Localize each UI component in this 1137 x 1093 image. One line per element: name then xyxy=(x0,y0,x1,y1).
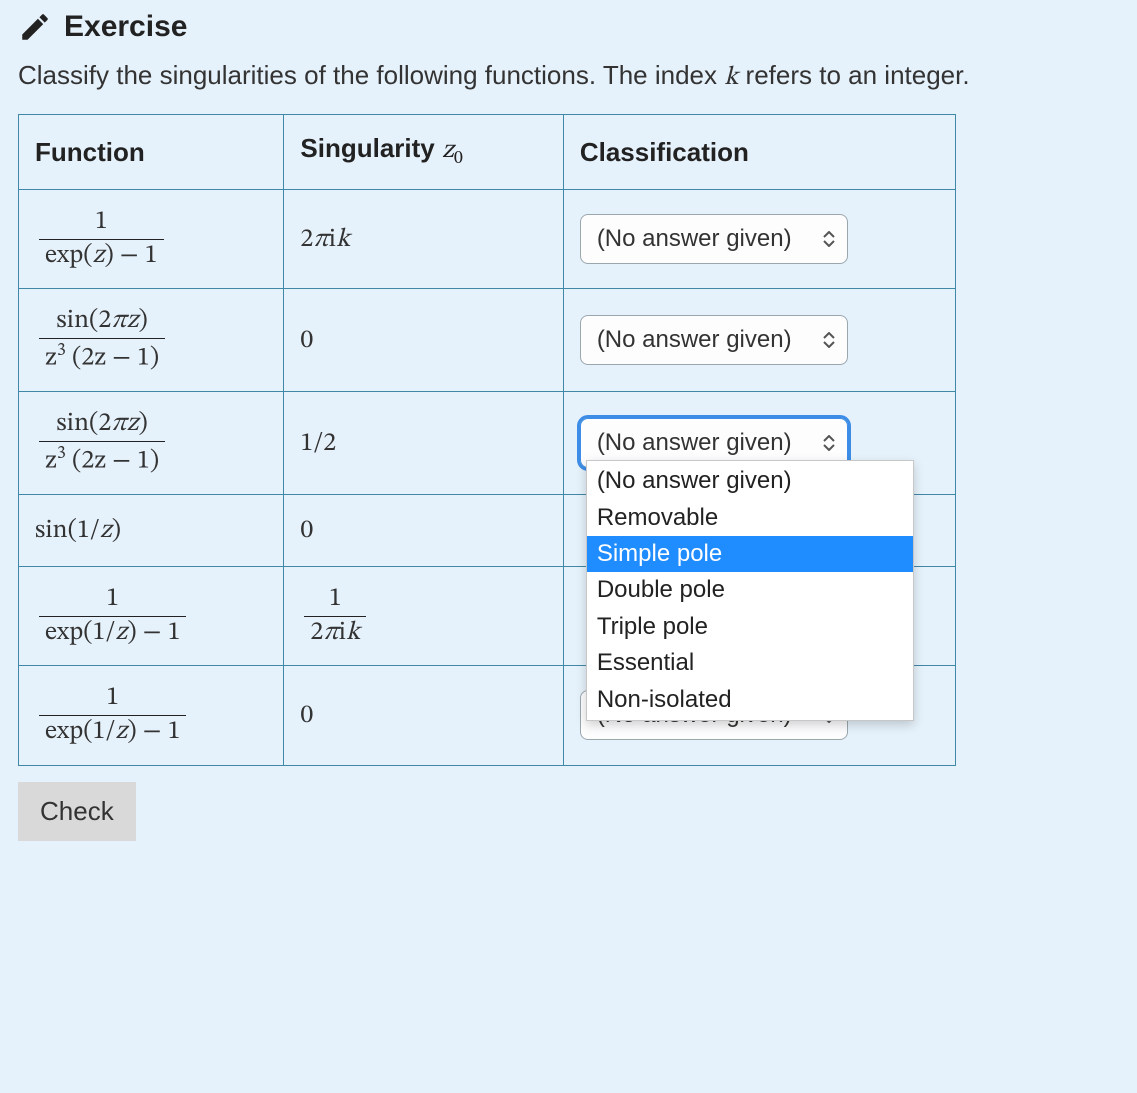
select-caret-icon xyxy=(823,435,835,451)
exercise-prompt: Classify the singularities of the follow… xyxy=(18,58,1119,96)
table-row: 1exp(z) − 1 2πik (No answer given) xyxy=(19,190,956,289)
dropdown-option[interactable]: Non-isolated xyxy=(587,682,913,718)
table-row: sin(2πz)z3 (2z − 1) 0 (No answer given) xyxy=(19,289,956,392)
singularity-cell: 0 xyxy=(284,495,563,567)
math-fraction: 1exp(z) − 1 xyxy=(39,208,164,270)
math-inline: sin(1/z) xyxy=(35,518,121,544)
check-button[interactable]: Check xyxy=(18,782,136,841)
exercise-header: Exercise xyxy=(18,10,1119,44)
function-cell: 1exp(z) − 1 xyxy=(19,190,284,289)
math-fraction: sin(2πz)z3 (2z − 1) xyxy=(39,410,165,476)
math-fraction: 1exp(1/z) − 1 xyxy=(39,585,186,647)
function-cell: 1exp(1/z) − 1 xyxy=(19,666,284,765)
dropdown-option[interactable]: Triple pole xyxy=(587,609,913,645)
header-classification: Classification xyxy=(563,115,955,190)
function-cell: sin(2πz)z3 (2z − 1) xyxy=(19,289,284,392)
math-fraction: sin(2πz)z3 (2z − 1) xyxy=(39,307,165,373)
function-cell: 1exp(1/z) − 1 xyxy=(19,567,284,666)
exercise-table: Function Singularity z0 Classification 1… xyxy=(18,114,956,765)
classification-cell: (No answer given) xyxy=(563,289,955,392)
math-fraction: 1exp(1/z) − 1 xyxy=(39,684,186,746)
select-value: (No answer given) xyxy=(597,326,792,354)
dropdown-option[interactable]: Removable xyxy=(587,500,913,536)
select-caret-icon xyxy=(823,231,835,247)
pencil-icon xyxy=(18,10,52,44)
exercise-title: Exercise xyxy=(64,10,187,44)
dropdown-option[interactable]: Simple pole xyxy=(587,536,913,572)
dropdown-option[interactable]: (No answer given) xyxy=(587,463,913,499)
prompt-text-after: refers to an integer. xyxy=(738,60,969,90)
singularity-cell: 2πik xyxy=(284,190,563,289)
table-row: sin(2πz)z3 (2z − 1) 1/2 (No answer given)(… xyxy=(19,392,956,495)
function-cell: sin(2πz)z3 (2z − 1) xyxy=(19,392,284,495)
math-inline: 0 xyxy=(300,518,313,544)
header-function: Function xyxy=(19,115,284,190)
math-inline: 1/2 xyxy=(300,431,336,457)
math-inline: 0 xyxy=(300,328,313,354)
prompt-text-before: Classify the singularities of the follow… xyxy=(18,60,724,90)
classification-select[interactable]: (No answer given) xyxy=(580,214,848,264)
math-inline: 2πik xyxy=(300,227,350,253)
singularity-cell: 1/2 xyxy=(284,392,563,495)
header-singularity: Singularity z0 xyxy=(284,115,563,190)
dropdown-option[interactable]: Double pole xyxy=(587,572,913,608)
classification-select[interactable]: (No answer given) xyxy=(580,315,848,365)
select-value: (No answer given) xyxy=(597,429,792,457)
singularity-cell: 12πik xyxy=(284,567,563,666)
singularity-cell: 0 xyxy=(284,289,563,392)
select-caret-icon xyxy=(823,332,835,348)
dropdown-option[interactable]: Essential xyxy=(587,645,913,681)
singularity-cell: 0 xyxy=(284,666,563,765)
classification-dropdown[interactable]: (No answer given)RemovableSimple poleDou… xyxy=(586,460,914,721)
classification-cell: (No answer given)(No answer given)Remova… xyxy=(563,392,955,495)
function-cell: sin(1/z) xyxy=(19,495,284,567)
prompt-variable-k: k xyxy=(724,65,738,91)
math-inline: 0 xyxy=(300,703,313,729)
math-fraction: 12πik xyxy=(304,585,366,647)
select-value: (No answer given) xyxy=(597,225,792,253)
classification-cell: (No answer given) xyxy=(563,190,955,289)
